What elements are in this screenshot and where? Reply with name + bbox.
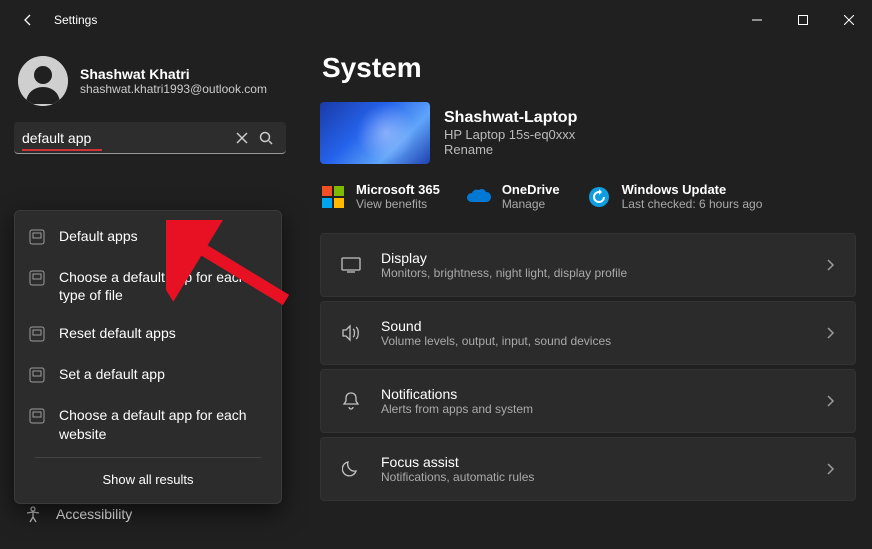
status-tiles: Microsoft 365 View benefits OneDrive Man… — [320, 182, 856, 211]
microsoft-logo-icon — [320, 184, 346, 210]
moon-icon — [342, 460, 360, 478]
sidebar-item-label: Accessibility — [56, 506, 132, 522]
back-arrow-icon — [20, 12, 36, 28]
sidebar: Shashwat Khatri shashwat.khatri1993@outl… — [0, 40, 300, 532]
window-title: Settings — [54, 13, 97, 27]
card-display[interactable]: Display Monitors, brightness, night ligh… — [320, 233, 856, 297]
chevron-right-icon — [823, 394, 837, 408]
bell-icon — [342, 391, 360, 411]
tile-title: Microsoft 365 — [356, 182, 440, 197]
accessibility-icon — [24, 505, 42, 523]
suggestion-set-default[interactable]: Set a default app — [15, 355, 281, 396]
back-button[interactable] — [8, 0, 48, 40]
suggestion-default-per-website[interactable]: Choose a default app for each website — [15, 396, 281, 452]
search-box[interactable] — [14, 122, 286, 154]
card-sub: Alerts from apps and system — [381, 402, 823, 416]
card-sub: Monitors, brightness, night light, displ… — [381, 266, 823, 280]
tile-sub-link[interactable]: View benefits — [356, 197, 440, 211]
spellcheck-underline — [22, 149, 102, 151]
tile-microsoft365[interactable]: Microsoft 365 View benefits — [320, 182, 440, 211]
suggestion-label: Default apps — [59, 227, 138, 245]
rename-device-link[interactable]: Rename — [444, 142, 577, 157]
show-all-results[interactable]: Show all results — [15, 462, 281, 497]
page-title: System — [322, 52, 856, 84]
suggestion-label: Choose a default app for each website — [59, 406, 267, 442]
search-button[interactable] — [254, 131, 278, 145]
app-icon — [29, 367, 45, 383]
clear-search-button[interactable] — [230, 132, 254, 144]
sound-icon — [341, 324, 361, 342]
suggestion-default-per-file[interactable]: Choose a default app for each type of fi… — [15, 258, 281, 314]
card-title: Focus assist — [381, 454, 823, 470]
tile-windows-update[interactable]: Windows Update Last checked: 6 hours ago — [586, 182, 763, 211]
suggestion-default-apps[interactable]: Default apps — [15, 217, 281, 258]
device-wallpaper-thumb[interactable] — [320, 102, 430, 164]
search-suggestions: Default apps Choose a default app for ea… — [14, 210, 282, 504]
maximize-button[interactable] — [780, 4, 826, 36]
app-icon — [29, 408, 45, 424]
device-model: HP Laptop 15s-eq0xxx — [444, 127, 577, 142]
card-title: Display — [381, 250, 823, 266]
card-title: Sound — [381, 318, 823, 334]
user-email: shashwat.khatri1993@outlook.com — [80, 82, 267, 96]
tile-title: Windows Update — [622, 182, 763, 197]
suggestion-label: Set a default app — [59, 365, 165, 383]
card-sub: Volume levels, output, input, sound devi… — [381, 334, 823, 348]
update-icon — [586, 184, 612, 210]
suggestion-label: Reset default apps — [59, 324, 176, 342]
card-sub: Notifications, automatic rules — [381, 470, 823, 484]
suggestion-reset-defaults[interactable]: Reset default apps — [15, 314, 281, 355]
settings-cards: Display Monitors, brightness, night ligh… — [320, 233, 856, 501]
close-button[interactable] — [826, 4, 872, 36]
close-icon — [236, 132, 248, 144]
card-sound[interactable]: Sound Volume levels, output, input, soun… — [320, 301, 856, 365]
chevron-right-icon — [823, 462, 837, 476]
user-account[interactable]: Shashwat Khatri shashwat.khatri1993@outl… — [14, 50, 286, 122]
search-input[interactable] — [22, 130, 230, 146]
app-icon — [29, 326, 45, 342]
onedrive-icon — [466, 184, 492, 210]
main-content: System Shashwat-Laptop HP Laptop 15s-eq0… — [320, 40, 856, 549]
card-focus-assist[interactable]: Focus assist Notifications, automatic ru… — [320, 437, 856, 501]
tile-sub: Last checked: 6 hours ago — [622, 197, 763, 211]
device-info: Shashwat-Laptop HP Laptop 15s-eq0xxx Ren… — [320, 102, 856, 164]
display-icon — [341, 257, 361, 273]
minimize-button[interactable] — [734, 4, 780, 36]
card-title: Notifications — [381, 386, 823, 402]
chevron-right-icon — [823, 326, 837, 340]
suggestion-label: Choose a default app for each type of fi… — [59, 268, 267, 304]
app-icon — [29, 229, 45, 245]
card-notifications[interactable]: Notifications Alerts from apps and syste… — [320, 369, 856, 433]
tile-sub-link[interactable]: Manage — [502, 197, 560, 211]
search-icon — [259, 131, 273, 145]
tile-onedrive[interactable]: OneDrive Manage — [466, 182, 560, 211]
app-icon — [29, 270, 45, 286]
tile-title: OneDrive — [502, 182, 560, 197]
titlebar: Settings — [0, 0, 872, 40]
user-name: Shashwat Khatri — [80, 66, 267, 82]
avatar — [18, 56, 68, 106]
divider — [35, 457, 261, 458]
chevron-right-icon — [823, 258, 837, 272]
device-name: Shashwat-Laptop — [444, 109, 577, 127]
